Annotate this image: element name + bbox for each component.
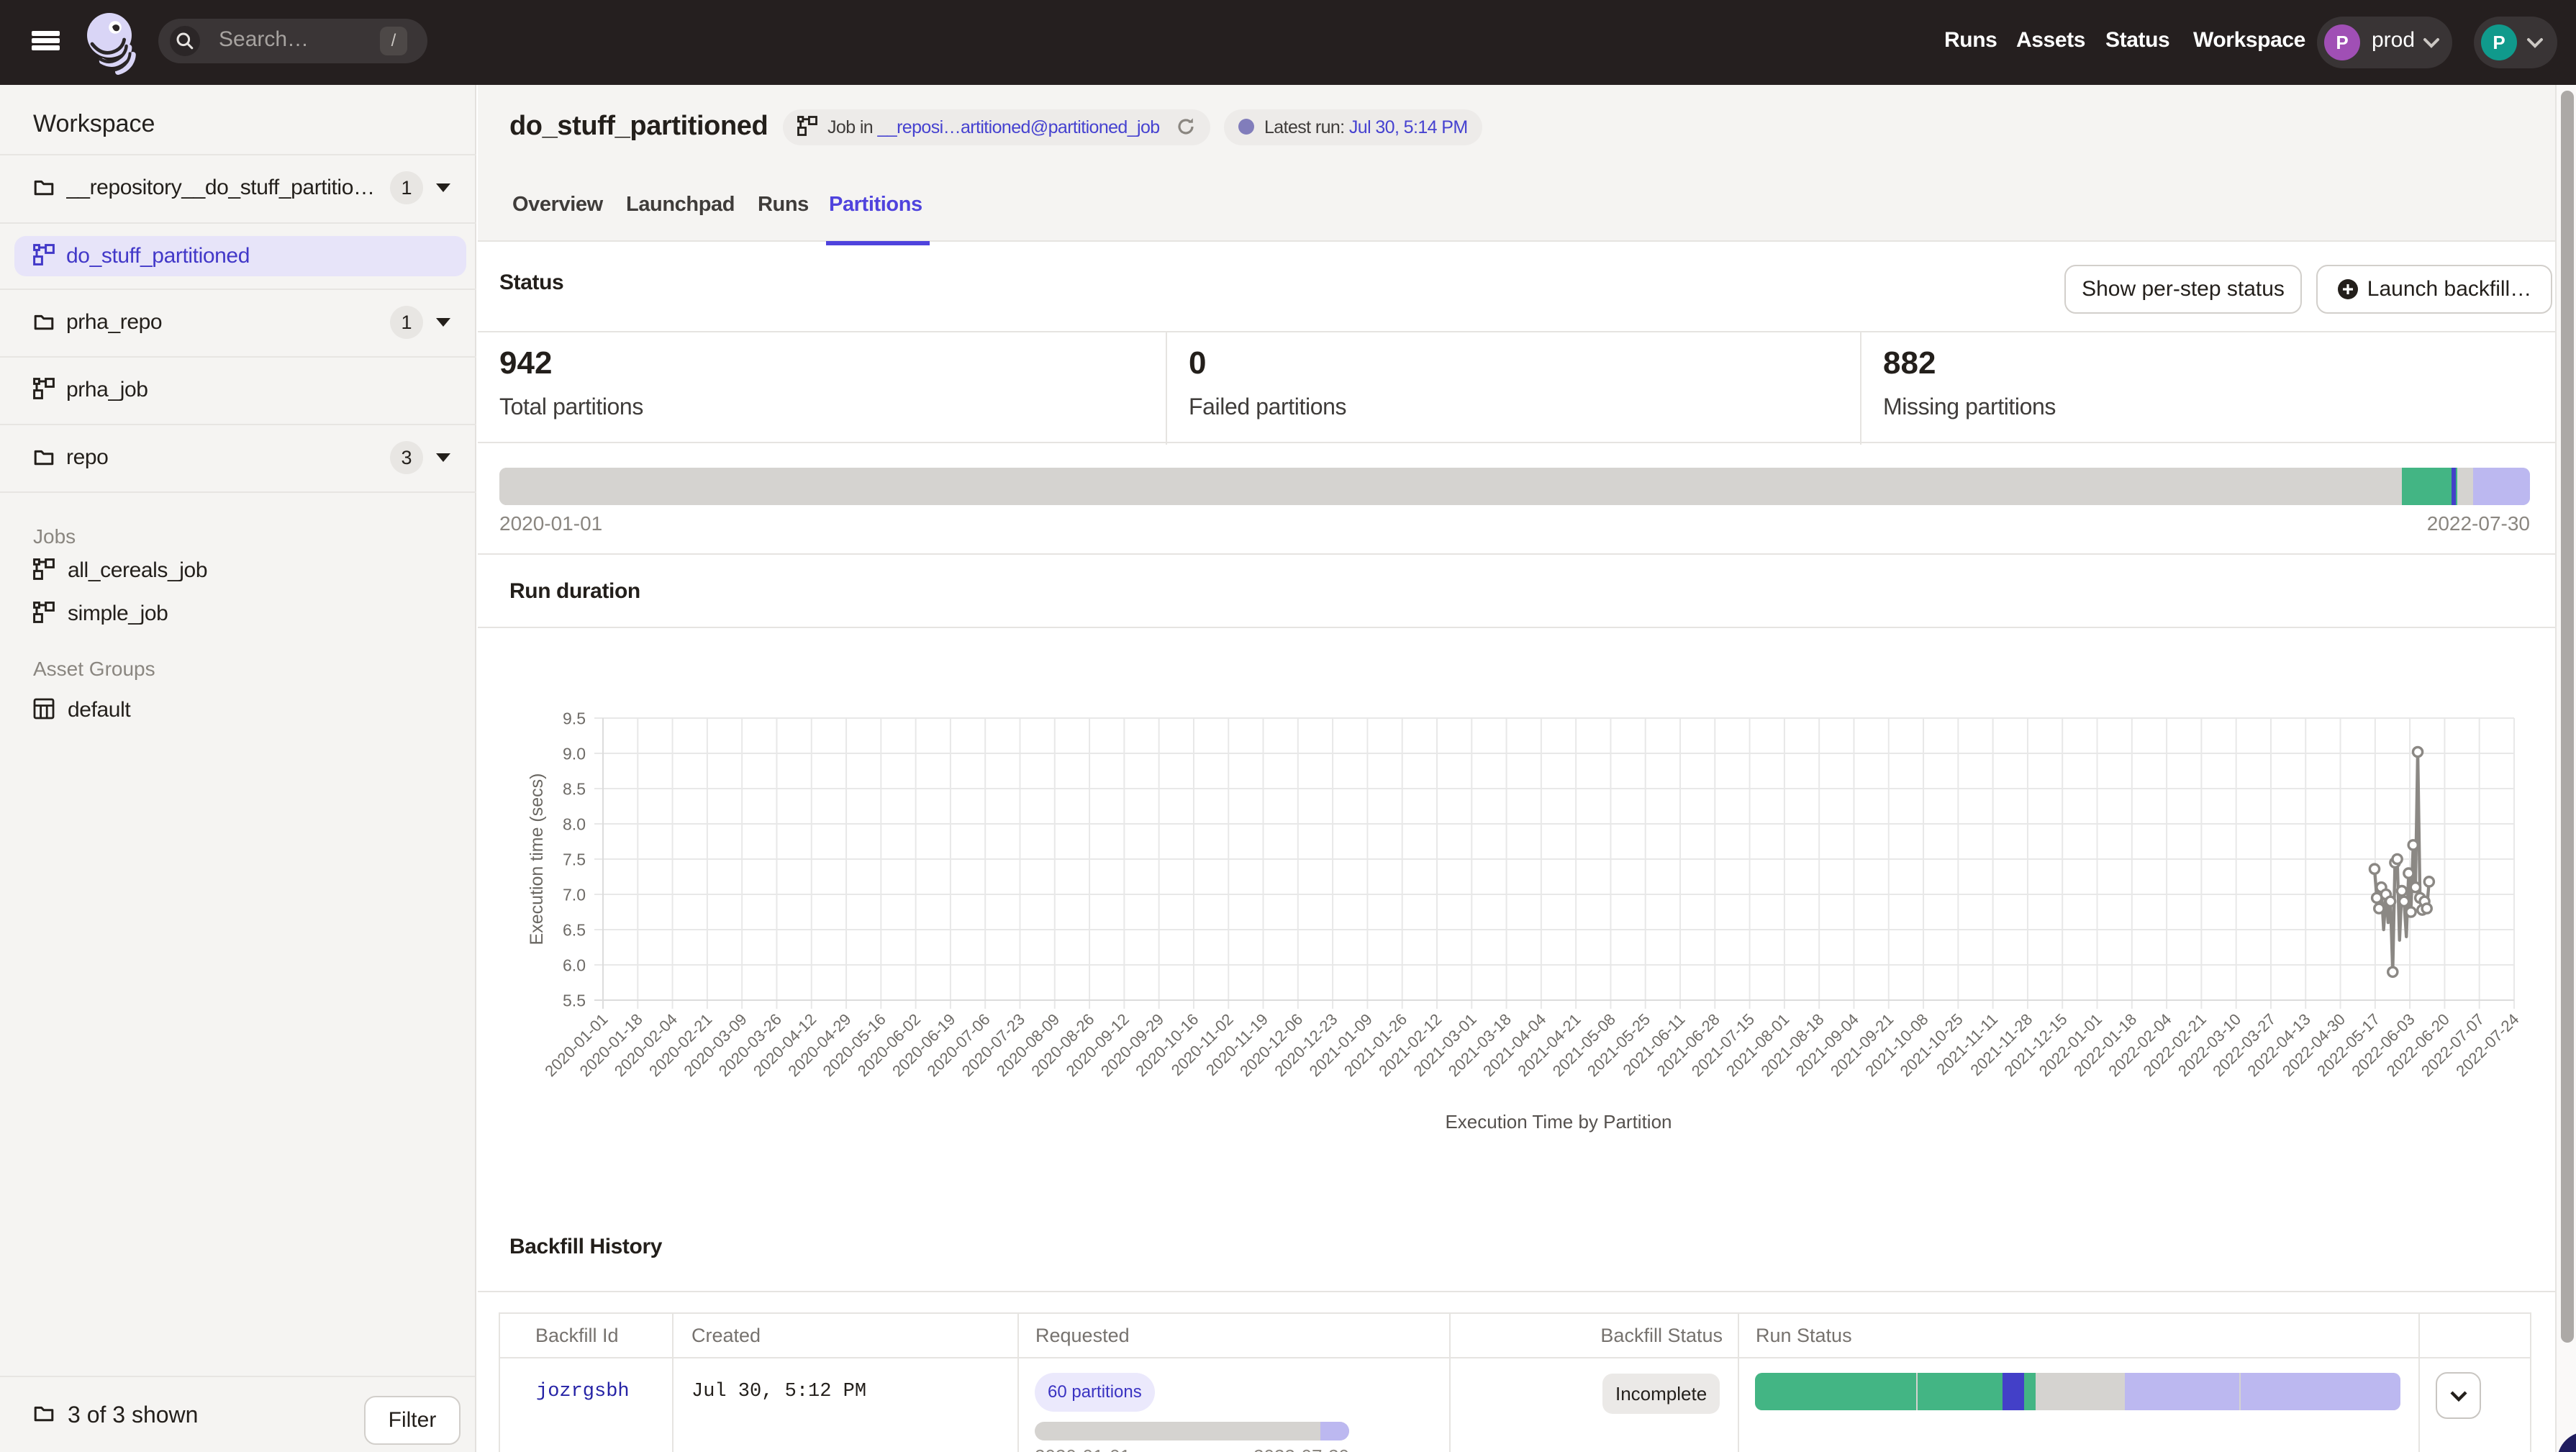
svg-text:5.5: 5.5 <box>563 991 586 1009</box>
svg-text:8.5: 8.5 <box>563 779 586 798</box>
svg-text:8.0: 8.0 <box>563 815 586 833</box>
svg-text:7.5: 7.5 <box>563 850 586 868</box>
svg-text:Execution time (secs): Execution time (secs) <box>527 773 547 945</box>
svg-text:6.0: 6.0 <box>563 956 586 974</box>
svg-text:9.5: 9.5 <box>563 709 586 727</box>
svg-text:9.0: 9.0 <box>563 744 586 763</box>
svg-text:6.5: 6.5 <box>563 920 586 939</box>
svg-text:7.0: 7.0 <box>563 885 586 904</box>
svg-text:Execution Time by Partition: Execution Time by Partition <box>1445 1111 1672 1133</box>
